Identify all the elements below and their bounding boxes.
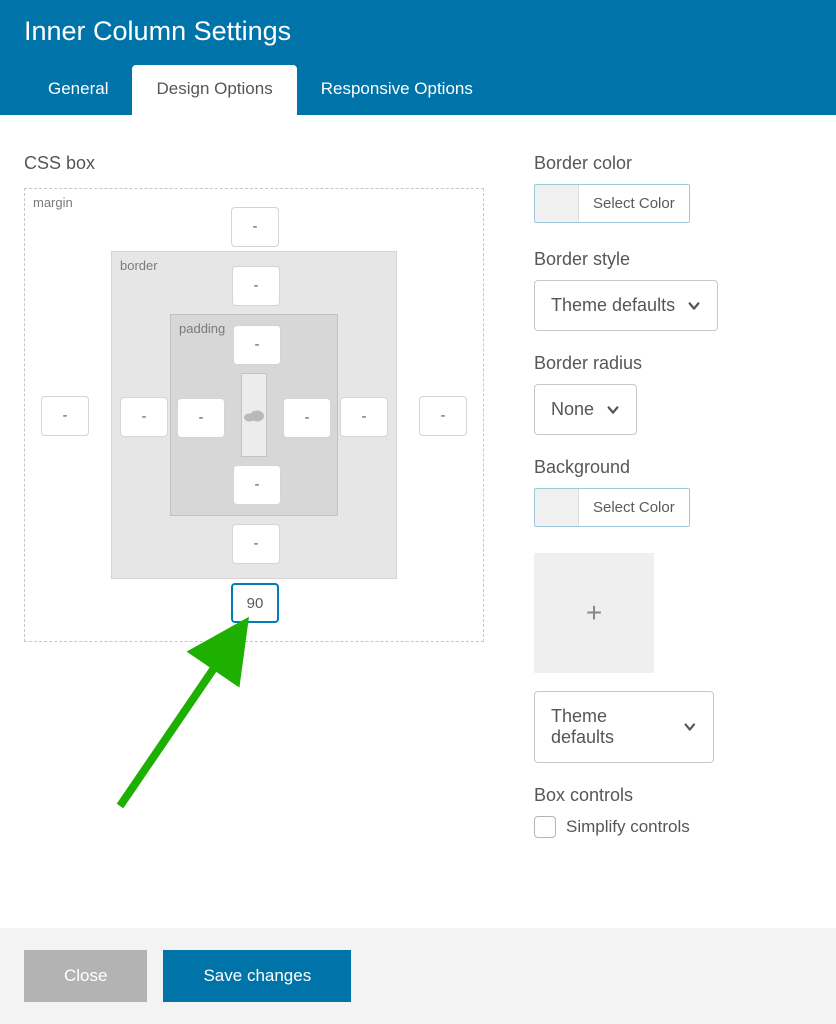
save-button[interactable]: Save changes [163, 950, 351, 1002]
dialog-footer: Close Save changes [0, 928, 836, 1024]
margin-bottom-input[interactable]: 90 [231, 583, 279, 623]
border-color-button[interactable]: Select Color [534, 184, 690, 223]
margin-top-input[interactable]: - [231, 207, 279, 247]
content-icon [242, 403, 266, 427]
border-style-value: Theme defaults [551, 295, 675, 316]
border-color-text: Select Color [579, 185, 689, 222]
dialog-title: Inner Column Settings [24, 16, 812, 47]
plus-icon: + [586, 597, 602, 629]
css-box-label: CSS box [24, 153, 484, 174]
border-radius-value: None [551, 399, 594, 420]
background-color-button[interactable]: Select Color [534, 488, 690, 527]
box-model: margin - - - 90 border - - - - padding -… [24, 188, 484, 642]
padding-label: padding [179, 321, 225, 336]
border-left-input[interactable]: - [120, 397, 168, 437]
chevron-down-icon [687, 299, 701, 313]
tabs: General Design Options Responsive Option… [24, 65, 812, 115]
padding-left-input[interactable]: - [177, 398, 225, 438]
dialog-header: Inner Column Settings General Design Opt… [0, 0, 836, 115]
margin-label: margin [33, 195, 73, 210]
simplify-controls-checkbox[interactable] [534, 816, 556, 838]
padding-bottom-input[interactable]: - [233, 465, 281, 505]
simplify-controls-row[interactable]: Simplify controls [534, 816, 812, 838]
close-button[interactable]: Close [24, 950, 147, 1002]
background-style-value: Theme defaults [551, 706, 671, 748]
tab-responsive-options[interactable]: Responsive Options [297, 65, 497, 115]
padding-top-input[interactable]: - [233, 325, 281, 365]
border-style-select[interactable]: Theme defaults [534, 280, 718, 331]
add-image-button[interactable]: + [534, 553, 654, 673]
background-color-swatch [535, 489, 579, 526]
padding-right-input[interactable]: - [283, 398, 331, 438]
box-controls-label: Box controls [534, 785, 812, 806]
margin-right-input[interactable]: - [419, 396, 467, 436]
chevron-down-icon [683, 720, 697, 734]
padding-box: padding - - - - [170, 314, 338, 516]
tab-general[interactable]: General [24, 65, 132, 115]
border-right-input[interactable]: - [340, 397, 388, 437]
background-style-select[interactable]: Theme defaults [534, 691, 714, 763]
chevron-down-icon [606, 403, 620, 417]
margin-left-input[interactable]: - [41, 396, 89, 436]
border-bottom-input[interactable]: - [232, 524, 280, 564]
margin-box: margin - - - 90 border - - - - padding -… [24, 188, 484, 642]
tab-design-options[interactable]: Design Options [132, 65, 296, 115]
border-radius-select[interactable]: None [534, 384, 637, 435]
border-label: border [120, 258, 158, 273]
content-box [241, 373, 267, 457]
simplify-controls-text: Simplify controls [566, 817, 690, 837]
background-color-text: Select Color [579, 489, 689, 526]
right-panel: Border color Select Color Border style T… [534, 153, 812, 860]
border-box: border - - - - padding - - - - [111, 251, 397, 579]
border-style-label: Border style [534, 249, 812, 270]
background-label: Background [534, 457, 812, 478]
content: CSS box margin - - - 90 border - - - - p… [0, 115, 836, 860]
border-color-label: Border color [534, 153, 812, 174]
border-top-input[interactable]: - [232, 266, 280, 306]
css-box-panel: CSS box margin - - - 90 border - - - - p… [24, 153, 484, 860]
border-radius-label: Border radius [534, 353, 812, 374]
border-color-swatch [535, 185, 579, 222]
